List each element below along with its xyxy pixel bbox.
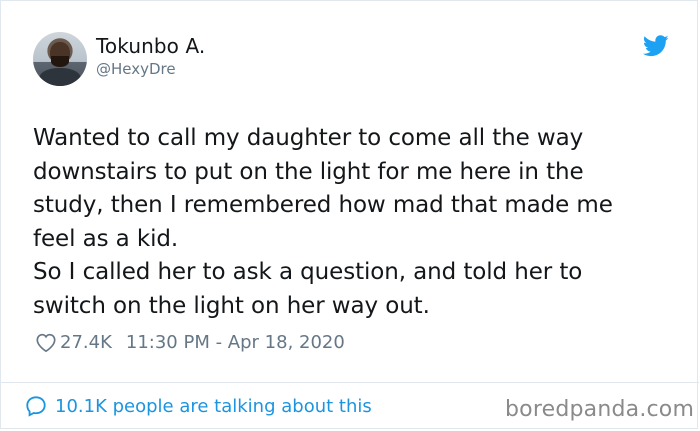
user-handle[interactable]: @HexyDre bbox=[96, 60, 176, 78]
twitter-bird-icon[interactable] bbox=[643, 35, 669, 57]
watermark: boredpanda.com bbox=[505, 397, 695, 422]
heart-icon[interactable] bbox=[35, 332, 57, 353]
tweet-timestamp[interactable]: 11:30 PM - Apr 18, 2020 bbox=[126, 332, 345, 353]
speech-bubble-icon bbox=[26, 396, 46, 417]
tweet-card: Tokunbo A. @HexyDre Wanted to call my da… bbox=[0, 0, 699, 429]
like-count[interactable]: 27.4K bbox=[60, 332, 112, 353]
conversation-link-label[interactable]: 10.1K people are talking about this bbox=[55, 396, 372, 417]
tweet-meta: 27.4K 11:30 PM - Apr 18, 2020 bbox=[35, 332, 345, 353]
user-name[interactable]: Tokunbo A. bbox=[96, 34, 205, 58]
avatar-beard bbox=[51, 56, 69, 67]
avatar[interactable] bbox=[33, 32, 87, 86]
avatar-body bbox=[39, 68, 81, 86]
divider bbox=[1, 382, 699, 383]
conversation-link[interactable]: 10.1K people are talking about this bbox=[25, 395, 372, 417]
tweet-text: Wanted to call my daughter to come all t… bbox=[33, 125, 613, 319]
